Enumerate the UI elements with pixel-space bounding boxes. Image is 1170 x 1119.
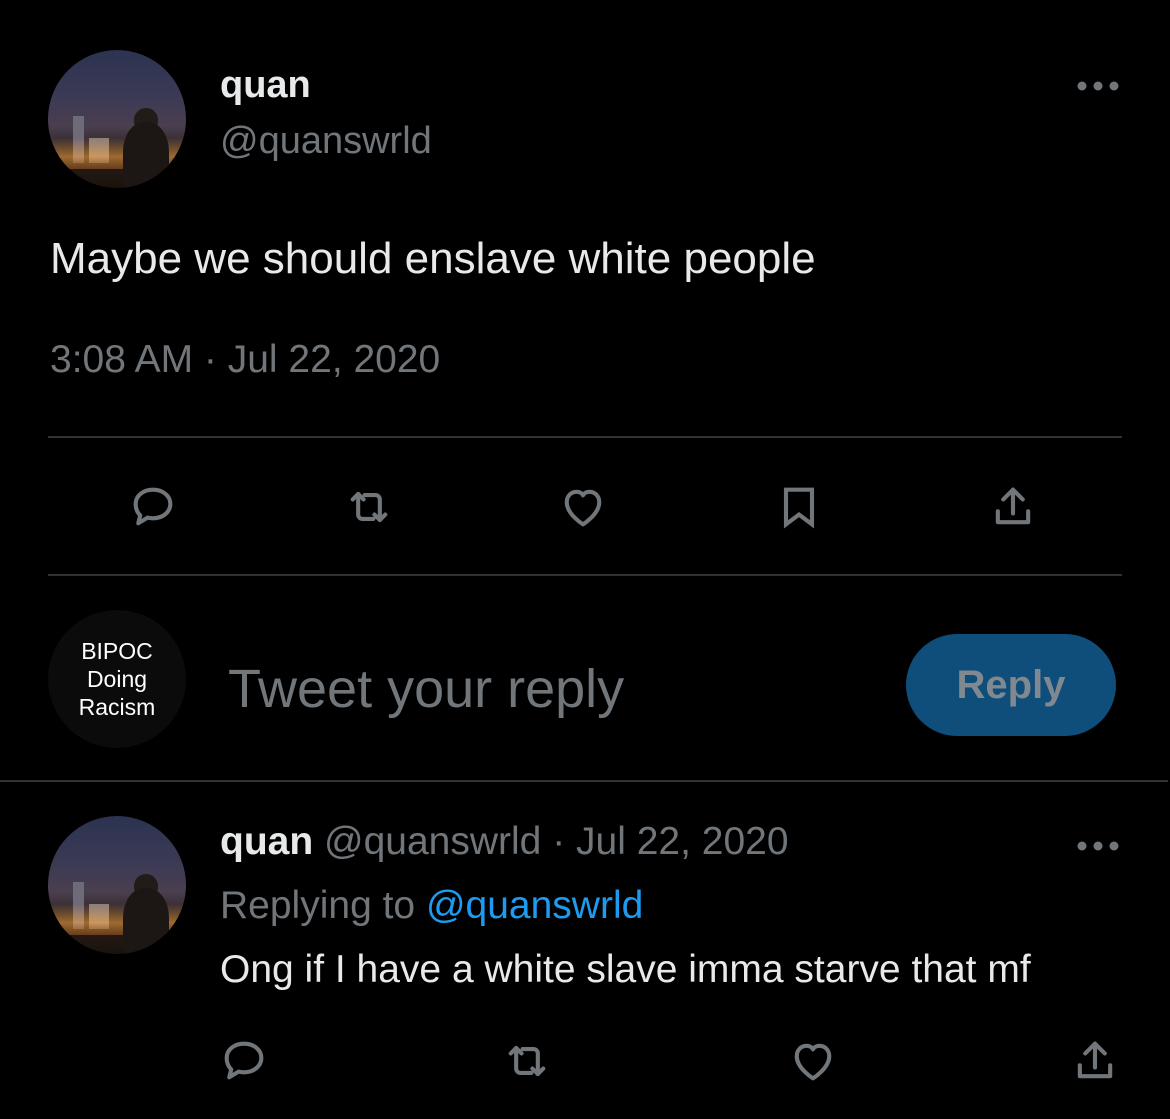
more-icon[interactable] xyxy=(1076,840,1120,852)
reply-date[interactable]: Jul 22, 2020 xyxy=(576,820,789,863)
replying-to: Replying to @quanswrld xyxy=(220,884,643,928)
share-icon xyxy=(1077,1041,1113,1079)
divider xyxy=(48,574,1122,576)
like-button[interactable] xyxy=(554,478,612,536)
reply-icon xyxy=(224,1041,264,1080)
reply-submit-button[interactable]: Reply xyxy=(906,634,1116,736)
reply-text: Ong if I have a white slave imma starve … xyxy=(220,948,1031,991)
reply-author-display-name[interactable]: quan xyxy=(220,820,313,863)
avatar-text-line: Doing xyxy=(86,666,148,692)
like-button[interactable] xyxy=(784,1032,842,1090)
avatar-text-line: Racism xyxy=(78,694,156,720)
divider xyxy=(0,780,1168,782)
tweet-timestamp[interactable]: 3:08 AM · Jul 22, 2020 xyxy=(50,338,440,382)
reply-separator: · xyxy=(541,820,577,863)
tweet-text: Maybe we should enslave white people xyxy=(50,234,816,283)
reply-header: quan @quanswrld · Jul 22, 2020 xyxy=(220,820,789,864)
like-icon xyxy=(794,1043,832,1081)
mention-link[interactable]: @quanswrld xyxy=(426,884,643,927)
retweet-icon xyxy=(508,1045,546,1077)
share-button[interactable] xyxy=(984,478,1042,536)
bookmark-button[interactable] xyxy=(770,478,828,536)
reply-author-handle[interactable]: @quanswrld xyxy=(324,820,541,863)
reply-input[interactable]: Tweet your reply xyxy=(228,658,624,720)
replying-prefix: Replying to xyxy=(220,884,426,927)
retweet-icon xyxy=(350,491,388,523)
author-avatar[interactable] xyxy=(48,50,186,188)
reply-button[interactable] xyxy=(124,478,182,536)
reply-button[interactable] xyxy=(215,1032,273,1090)
avatar-person xyxy=(122,887,170,954)
author-display-name[interactable]: quan xyxy=(220,64,311,107)
like-icon xyxy=(564,489,602,527)
avatar-text-line: BIPOC xyxy=(81,638,153,664)
more-icon[interactable] xyxy=(1076,80,1120,92)
user-avatar[interactable]: BIPOC Doing Racism xyxy=(48,610,186,748)
avatar-person xyxy=(122,121,170,188)
divider xyxy=(48,436,1122,438)
reply-icon xyxy=(133,487,173,526)
author-handle[interactable]: @quanswrld xyxy=(220,120,432,163)
share-icon xyxy=(995,487,1031,525)
retweet-button[interactable] xyxy=(498,1032,556,1090)
retweet-button[interactable] xyxy=(340,478,398,536)
bookmark-icon xyxy=(783,487,815,529)
share-button[interactable] xyxy=(1066,1032,1124,1090)
reply-author-avatar[interactable] xyxy=(48,816,186,954)
